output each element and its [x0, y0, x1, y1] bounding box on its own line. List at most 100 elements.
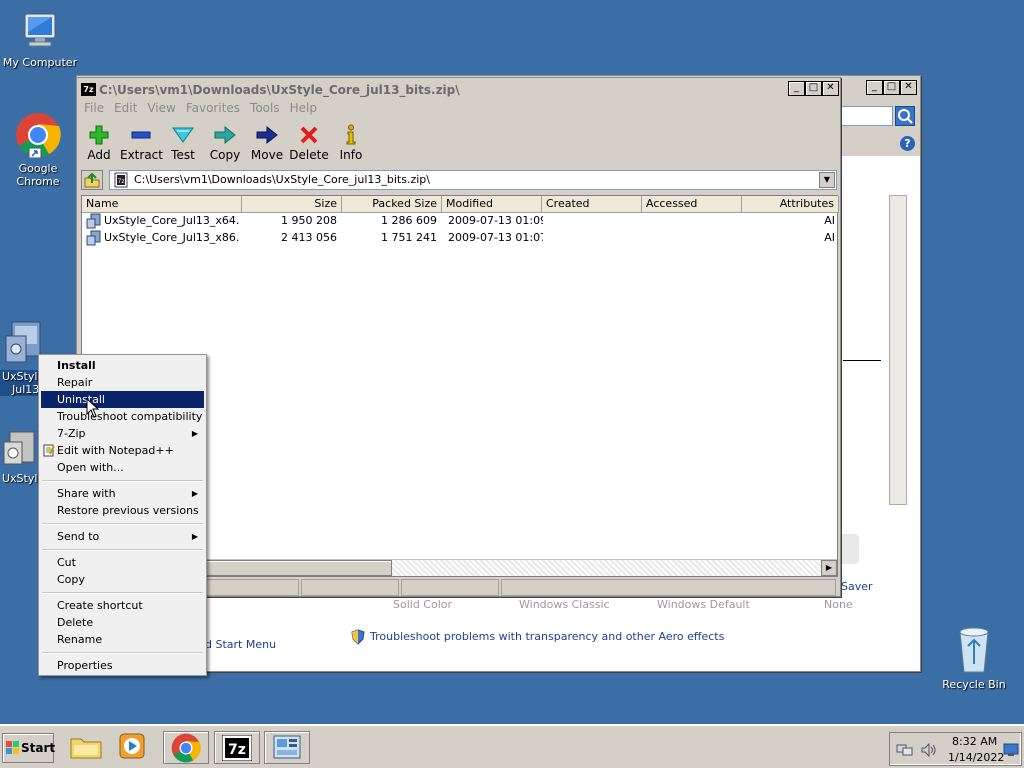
status-pane [301, 579, 399, 596]
desktop-icon-label: UxStyle [0, 370, 45, 383]
theme-label: Windows Default [657, 598, 750, 611]
up-folder-icon [84, 172, 100, 188]
close-button[interactable]: ✕ [900, 80, 917, 95]
desktop-icon-my-computer[interactable]: My Computer [0, 10, 80, 69]
window-titlebar[interactable]: 7z C:\Users\vm1\Downloads\UxStyle_Core_j… [79, 80, 838, 100]
menu-item-properties[interactable]: Properties [41, 657, 204, 674]
column-header-created[interactable]: Created [542, 196, 642, 213]
volume-icon[interactable] [920, 742, 938, 758]
column-header-packed-size[interactable]: Packed Size [342, 196, 442, 213]
table-row[interactable]: UxStyle_Core_Jul13_x64... 1 950 208 1 28… [82, 213, 837, 230]
menu-item-repair[interactable]: Repair [41, 374, 204, 391]
taskbar-explorer-button[interactable] [68, 731, 108, 764]
start-button[interactable]: Start [2, 733, 55, 763]
menu-item-uninstall[interactable]: Uninstall [41, 391, 204, 408]
column-header-size[interactable]: Size [242, 196, 342, 213]
file-name: UxStyle_Core_Jul13_x86... [104, 231, 240, 244]
file-name: UxStyle_Core_Jul13_x64... [104, 214, 240, 227]
menu-item-open-with[interactable]: Open with... [41, 459, 204, 476]
installer-file-icon [86, 230, 101, 246]
menu-item-send-to[interactable]: Send to ▶ [41, 528, 204, 545]
troubleshoot-link[interactable]: Troubleshoot problems with transparency … [370, 630, 724, 643]
file-packed-size: 1 751 241 [381, 231, 437, 244]
help-icon[interactable]: ? [900, 136, 915, 151]
recycle-bin-icon [959, 627, 989, 673]
system-tray: 8:32 AM 1/14/2022 [889, 732, 1022, 766]
up-folder-button[interactable] [81, 170, 103, 190]
screen-saver-label[interactable]: Saver [841, 580, 873, 593]
maximize-button[interactable]: □ [883, 80, 900, 95]
network-icon[interactable] [896, 742, 914, 758]
taskbar-media-player-button[interactable] [114, 731, 154, 764]
menu-item-copy[interactable]: Copy [41, 571, 204, 588]
menu-edit[interactable]: Edit [109, 99, 142, 117]
add-button[interactable]: Add [78, 120, 120, 162]
scroll-right-button[interactable]: ▶ [821, 560, 837, 576]
column-header-modified[interactable]: Modified [442, 196, 542, 213]
desktop-icon-uxstyle-selected[interactable]: UxStyle Jul13 [0, 316, 45, 396]
address-bar[interactable]: 7z C:\Users\vm1\Downloads\UxStyle_Core_j… [109, 170, 837, 190]
copy-button[interactable]: Copy [204, 120, 246, 162]
menu-item-troubleshoot-compatibility[interactable]: Troubleshoot compatibility [41, 408, 204, 425]
column-header-name[interactable]: Name [82, 196, 242, 213]
installer-package-icon [3, 431, 35, 465]
test-button[interactable]: Test [162, 120, 204, 162]
file-attributes: AI [824, 231, 835, 244]
menu-view[interactable]: View [142, 99, 180, 117]
menu-item-edit-with-notepad[interactable]: Edit with Notepad++ [41, 442, 204, 459]
desktop-icon-label: Jul13 [0, 383, 42, 396]
control-panel-icon [273, 735, 301, 759]
svg-text:7z: 7z [118, 178, 125, 185]
delete-button[interactable]: Delete [288, 120, 330, 162]
info-icon [346, 124, 356, 145]
minimize-button[interactable]: _ [788, 81, 805, 96]
taskbar-chrome-button[interactable] [163, 731, 209, 764]
search-button[interactable] [895, 106, 915, 126]
menu-item-delete[interactable]: Delete [41, 614, 204, 631]
desktop-icon-uxstyle[interactable]: UxStyle [0, 428, 44, 485]
computer-icon [24, 13, 56, 47]
close-button[interactable]: ✕ [822, 81, 839, 96]
bg-scrollbar[interactable] [889, 195, 907, 505]
desktop-icon-google-chrome[interactable]: Google Chrome [0, 112, 78, 188]
menu-file[interactable]: File [79, 99, 109, 117]
menu-item-7zip[interactable]: 7-Zip ▶ [41, 425, 204, 442]
mouse-cursor-icon [86, 398, 100, 418]
menu-item-share-with[interactable]: Share with ▶ [41, 485, 204, 502]
svg-text:7z: 7z [228, 742, 246, 758]
delete-icon [300, 126, 318, 144]
menu-tools[interactable]: Tools [245, 99, 285, 117]
menu-item-restore-previous-versions[interactable]: Restore previous versions [41, 502, 204, 519]
menu-favorites[interactable]: Favorites [181, 99, 245, 117]
extract-button[interactable]: Extract [120, 120, 163, 162]
taskbar-control-panel-button[interactable] [264, 731, 310, 764]
minimize-button[interactable]: _ [866, 80, 883, 95]
menu-separator [42, 549, 203, 551]
clock-date[interactable]: 1/14/2022 [948, 751, 1004, 764]
file-packed-size: 1 286 609 [381, 214, 437, 227]
desktop-icon-recycle-bin[interactable]: Recycle Bin [934, 624, 1014, 691]
move-button[interactable]: Move [246, 120, 288, 162]
menu-help[interactable]: Help [285, 99, 322, 117]
menu-item-install[interactable]: Install [41, 357, 204, 374]
windows-logo-icon [6, 741, 19, 754]
search-input[interactable] [841, 106, 893, 126]
table-row[interactable]: UxStyle_Core_Jul13_x86... 2 413 056 1 75… [82, 230, 837, 247]
maximize-button[interactable]: □ [805, 81, 822, 96]
menu-item-create-shortcut[interactable]: Create shortcut [41, 597, 204, 614]
taskbar-7zip-button[interactable]: 7z [214, 731, 260, 764]
show-desktop-icon[interactable] [1003, 743, 1019, 757]
column-header-attributes[interactable]: Attributes [742, 196, 839, 213]
address-dropdown-button[interactable]: ▼ [819, 172, 835, 188]
clock-time[interactable]: 8:32 AM [952, 735, 997, 748]
theme-label: Solid Color [393, 598, 453, 611]
address-text: C:\Users\vm1\Downloads\UxStyle_Core_jul1… [134, 173, 430, 186]
start-menu-link[interactable]: d Start Menu [205, 638, 276, 651]
column-header-accessed[interactable]: Accessed [642, 196, 742, 213]
menu-item-cut[interactable]: Cut [41, 554, 204, 571]
info-button[interactable]: Info [330, 120, 372, 162]
menu-item-rename[interactable]: Rename [41, 631, 204, 648]
7zip-icon: 7z [221, 734, 253, 762]
divider [843, 360, 881, 361]
submenu-arrow-icon: ▶ [191, 532, 198, 541]
